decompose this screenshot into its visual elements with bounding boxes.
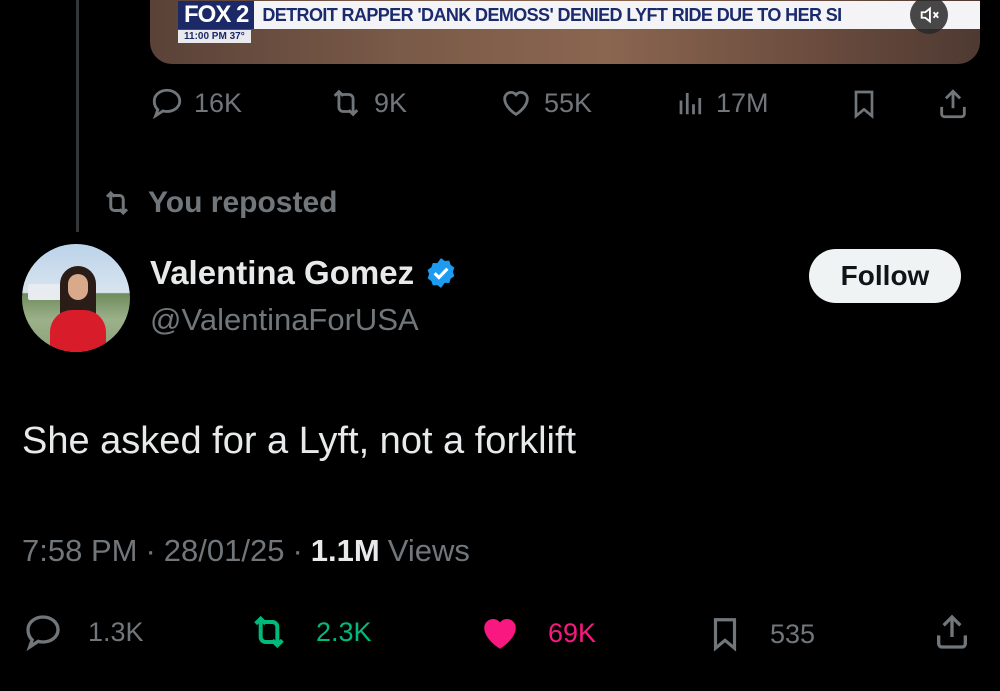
prev-like-button[interactable]: 55K: [498, 86, 592, 120]
speaker-muted-icon: [920, 6, 939, 24]
prev-reply-button[interactable]: 16K: [150, 86, 242, 120]
reply-button[interactable]: 1.3K: [22, 612, 144, 652]
share-icon: [940, 89, 966, 119]
channel-logo: FOX 2: [178, 1, 255, 29]
meta-separator: ·: [292, 533, 303, 568]
share-button[interactable]: [932, 610, 972, 654]
heart-outline-icon: [503, 91, 529, 116]
prev-repost-count: 9K: [374, 87, 408, 118]
meta-separator: ·: [145, 533, 156, 568]
author-name-text: Valentina Gomez: [150, 254, 415, 291]
bookmark-icon: [713, 618, 737, 652]
analytics-icon: [679, 93, 702, 115]
prev-views-count: 17M: [716, 87, 769, 118]
video-thumbnail[interactable]: FOX 2 DETROIT RAPPER 'DANK DEMOSS' DENIE…: [150, 0, 980, 64]
tweet-text: She asked for a Lyft, not a forklift: [22, 420, 577, 462]
prev-views-button[interactable]: 17M: [676, 86, 769, 120]
bookmark-button[interactable]: 535: [706, 612, 815, 656]
thread-connector-line: [76, 0, 79, 232]
follow-button[interactable]: Follow: [809, 249, 961, 303]
prev-reply-count: 16K: [194, 87, 243, 118]
like-count: 69K: [548, 617, 597, 648]
author-display-name[interactable]: Valentina Gomez: [150, 254, 458, 292]
verified-badge-icon: [427, 258, 455, 288]
prev-repost-button[interactable]: 9K: [328, 86, 407, 120]
share-icon: [937, 614, 967, 649]
tweet-metadata: 7:58 PM · 28/01/25 · 1.1M Views: [22, 533, 470, 569]
prev-bookmark-button[interactable]: [848, 86, 880, 122]
repost-icon: [105, 190, 129, 216]
like-button[interactable]: 69K: [476, 612, 596, 654]
reply-count: 1.3K: [88, 616, 144, 647]
avatar-background-building: [28, 284, 62, 300]
bookmark-count: 535: [770, 618, 816, 649]
bookmark-icon: [854, 90, 874, 119]
chyron-headline: DETROIT RAPPER 'DANK DEMOSS' DENIED LYFT…: [254, 1, 980, 29]
prev-share-button[interactable]: [936, 86, 970, 122]
views-count[interactable]: 1.1M: [311, 533, 380, 569]
views-label: Views: [387, 533, 470, 568]
repost-banner-text: You reposted: [148, 186, 338, 219]
heart-filled-icon: [484, 619, 516, 649]
avatar[interactable]: [22, 244, 130, 352]
author-handle[interactable]: @ValentinaForUSA: [150, 302, 419, 338]
avatar-body: [50, 310, 106, 352]
reply-icon: [152, 88, 182, 120]
repost-count: 2.3K: [316, 616, 372, 647]
repost-icon: [333, 89, 359, 117]
repost-button[interactable]: 2.3K: [246, 612, 372, 652]
news-chyron: FOX 2 DETROIT RAPPER 'DANK DEMOSS' DENIE…: [178, 1, 980, 29]
prev-like-count: 55K: [544, 87, 593, 118]
repost-active-icon: [254, 615, 284, 649]
tweet-time[interactable]: 7:58 PM: [22, 533, 137, 569]
reply-icon: [26, 615, 60, 652]
avatar-face: [68, 274, 88, 300]
repost-banner: You reposted: [100, 186, 337, 220]
tweet-date[interactable]: 28/01/25: [164, 533, 285, 569]
chyron-time-temp: 11:00 PM 37°: [178, 30, 251, 43]
